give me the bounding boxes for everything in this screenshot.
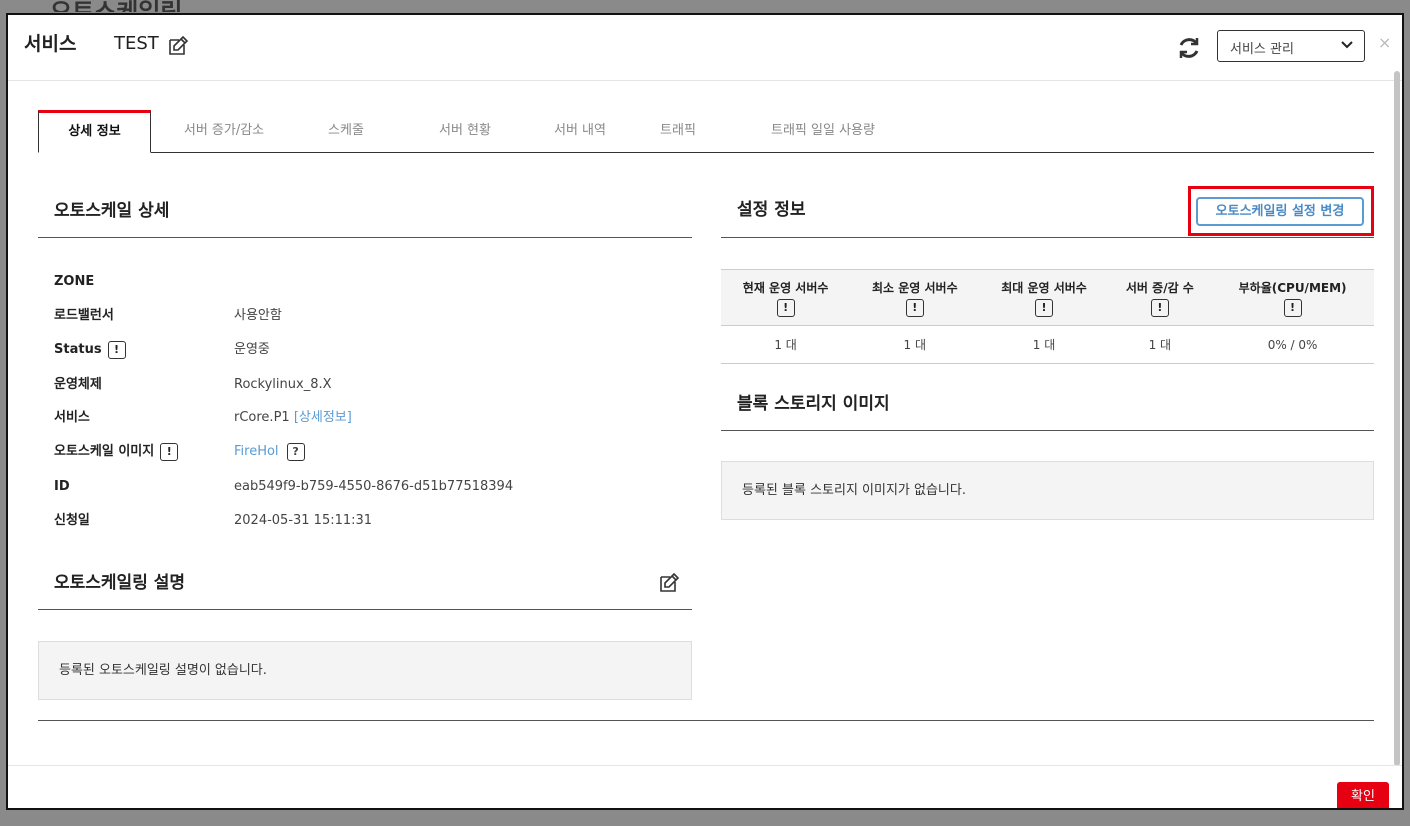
detail-row-zone: ZONE [54, 272, 94, 292]
service-manage-select[interactable]: 서비스 관리 [1217, 30, 1365, 62]
settings-table: 현재 운영 서버수! 최소 운영 서버수! 최대 운영 서버수! 서버 증/감 … [721, 269, 1374, 364]
table-header: 현재 운영 서버수! [721, 269, 851, 326]
table-cell: 0% / 0% [1211, 325, 1374, 364]
tab-server-status[interactable]: 서버 현황 [415, 110, 515, 152]
block-storage-empty-text: 등록된 블록 스토리지 이미지가 없습니다. [742, 483, 966, 498]
close-icon[interactable]: × [1378, 33, 1391, 52]
background-page-title: 오토스케일링 [50, 0, 182, 12]
table-header: 최소 운영 서버수! [850, 269, 980, 326]
change-settings-button[interactable]: 오토스케일링 설정 변경 [1196, 197, 1364, 226]
detail-value: eab549f9-b759-4550-8676-d51b77518394 [234, 479, 514, 494]
detail-label: Status [54, 342, 102, 357]
divider [721, 430, 1374, 431]
table-header: 최대 운영 서버수! [979, 269, 1109, 326]
detail-label: 신청일 [54, 513, 90, 528]
edit-name-icon[interactable] [166, 34, 190, 58]
image-help-badge-icon[interactable]: ? [286, 442, 305, 461]
divider [38, 720, 1374, 721]
divider [38, 609, 692, 610]
info-badge-icon[interactable]: ! [1283, 298, 1302, 317]
info-badge-icon[interactable]: ! [776, 298, 795, 317]
chevron-down-icon [1341, 41, 1353, 49]
description-section-title: 오토스케일링 설명 [54, 573, 186, 593]
tab-detail[interactable]: 상세 정보 [38, 110, 151, 153]
col-label: 서버 증/감 수 [1125, 280, 1194, 295]
divider [38, 237, 692, 238]
edit-description-icon[interactable] [657, 571, 681, 595]
detail-value: rCore.P1 [상세정보] [234, 408, 352, 428]
detail-label: 운영체제 [54, 377, 102, 392]
detail-value: Rockylinux_8.X [234, 377, 332, 392]
tab-traffic[interactable]: 트래픽 [638, 110, 718, 152]
detail-row-image: 오토스케일 이미지! FireHol? [54, 442, 305, 462]
detail-row-os: 운영체제 Rockylinux_8.X [54, 375, 332, 395]
block-storage-section-title: 블록 스토리지 이미지 [737, 394, 890, 414]
service-value: rCore.P1 [234, 410, 290, 425]
image-link[interactable]: FireHol [234, 444, 279, 459]
settings-section-title: 설정 정보 [737, 200, 806, 220]
table-row: 1 대 1 대 1 대 1 대 0% / 0% [721, 325, 1374, 364]
detail-label: ID [54, 479, 70, 494]
detail-value: FireHol? [234, 442, 305, 462]
detail-label: 오토스케일 이미지 [54, 444, 155, 459]
detail-label: ZONE [54, 274, 95, 289]
service-name: TEST [114, 33, 159, 54]
detail-value: 사용안함 [234, 308, 282, 323]
detail-label: 로드밸런서 [54, 308, 114, 323]
table-cell: 1 대 [1108, 325, 1212, 364]
confirm-button[interactable]: 확인 [1337, 782, 1389, 808]
tab-traffic-daily[interactable]: 트래픽 일일 사용량 [738, 110, 908, 152]
table-cell: 1 대 [850, 325, 980, 364]
status-info-badge-icon[interactable]: ! [107, 340, 126, 359]
divider [721, 237, 1374, 238]
service-modal: 서비스 TEST 서비스 관리 × 상세 정보 서버 증가/감소 스케줄 서버 … [6, 13, 1404, 810]
info-badge-icon[interactable]: ! [905, 298, 924, 317]
detail-label: 서비스 [54, 410, 90, 425]
detail-row-loadbalancer: 로드밸런서 사용안함 [54, 306, 282, 326]
detail-section-title: 오토스케일 상세 [54, 201, 170, 221]
description-empty-text: 등록된 오토스케일링 설명이 없습니다. [59, 663, 267, 678]
select-value: 서비스 관리 [1230, 42, 1294, 57]
col-label: 현재 운영 서버수 [742, 280, 829, 295]
detail-value: 2024-05-31 15:11:31 [234, 513, 373, 528]
detail-value: 운영중 [234, 342, 270, 357]
info-badge-icon[interactable]: ! [1150, 298, 1169, 317]
refresh-icon[interactable] [1176, 35, 1202, 61]
modal-title: 서비스 [24, 33, 77, 55]
table-header-row: 현재 운영 서버수! 최소 운영 서버수! 최대 운영 서버수! 서버 증/감 … [721, 269, 1374, 326]
detail-row-status: Status! 운영중 [54, 340, 270, 360]
info-badge-icon[interactable]: ! [1035, 298, 1053, 317]
col-label: 부하율(CPU/MEM) [1238, 280, 1347, 295]
block-storage-empty-box: 등록된 블록 스토리지 이미지가 없습니다. [721, 461, 1374, 520]
detail-row-service: 서비스 rCore.P1 [상세정보] [54, 408, 352, 428]
table-header: 부하율(CPU/MEM)! [1211, 269, 1374, 326]
service-detail-link[interactable]: [상세정보] [294, 410, 352, 425]
footer-divider [8, 765, 1402, 766]
table-header: 서버 증/감 수! [1108, 269, 1212, 326]
description-empty-box: 등록된 오토스케일링 설명이 없습니다. [38, 641, 692, 700]
detail-row-id: ID eab549f9-b759-4550-8676-d51b77518394 [54, 477, 513, 497]
detail-row-date: 신청일 2024-05-31 15:11:31 [54, 511, 372, 531]
scrollbar[interactable] [1394, 71, 1400, 766]
table-cell: 1 대 [721, 325, 851, 364]
tab-server-history[interactable]: 서버 내역 [530, 110, 630, 152]
col-label: 최대 운영 서버수 [1001, 280, 1087, 295]
col-label: 최소 운영 서버수 [871, 280, 958, 295]
settings-change-highlight: 오토스케일링 설정 변경 [1188, 186, 1374, 236]
table-cell: 1 대 [979, 325, 1109, 364]
tab-bar: 상세 정보 서버 증가/감소 스케줄 서버 현황 서버 내역 트래픽 트래픽 일… [38, 110, 1374, 153]
image-info-badge-icon[interactable]: ! [160, 442, 179, 461]
modal-header: 서비스 TEST 서비스 관리 × [8, 15, 1402, 81]
tab-schedule[interactable]: 스케줄 [306, 110, 386, 152]
tab-server-scale[interactable]: 서버 증가/감소 [164, 110, 284, 152]
